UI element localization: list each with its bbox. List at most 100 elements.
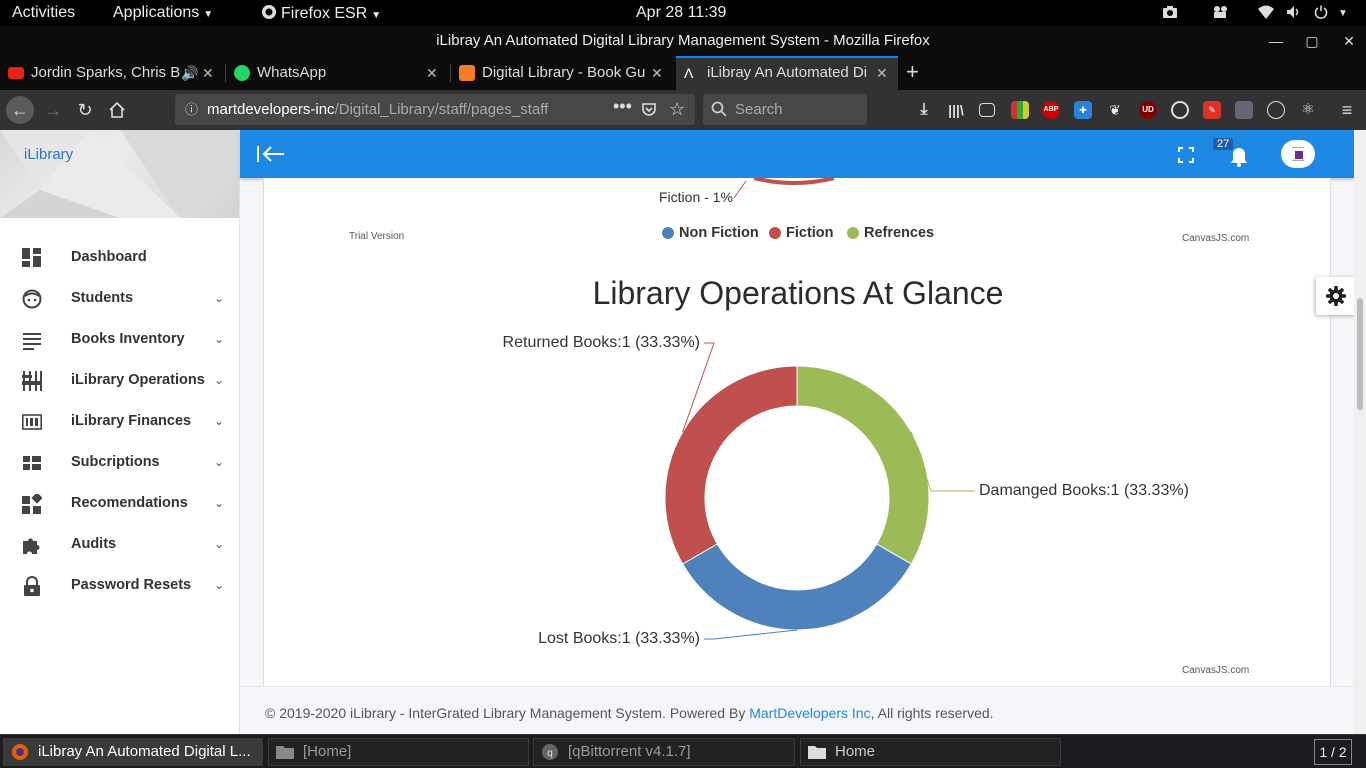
tab-title: WhatsApp bbox=[257, 64, 327, 81]
react-devtools-icon[interactable]: ⚛ bbox=[1299, 101, 1317, 119]
donut-slice-lost-books[interactable] bbox=[682, 543, 912, 631]
back-button[interactable]: ← bbox=[6, 96, 34, 124]
url-bar[interactable]: ⓘ martdevelopers-inc/Digital_Library/sta… bbox=[175, 94, 695, 125]
firefox-app-menu[interactable]: Firefox ESR ▼ bbox=[261, 4, 381, 23]
tab-ilibrary[interactable]: Ʌ iLibray An Automated Di ✕ bbox=[676, 56, 898, 90]
pocket-icon[interactable] bbox=[641, 94, 657, 125]
library-icon[interactable]: |||\ bbox=[947, 101, 965, 119]
screen-extension-icon[interactable] bbox=[1235, 101, 1253, 119]
donut-slice-damanged-books[interactable] bbox=[796, 365, 930, 565]
arrow-right-icon: → bbox=[44, 100, 62, 120]
collapse-sidebar-icon[interactable] bbox=[256, 144, 286, 164]
download-icon[interactable]: ⤓ bbox=[915, 101, 933, 119]
page-actions-icon[interactable]: ••• bbox=[613, 91, 632, 122]
task-title: [Home] bbox=[303, 743, 352, 760]
adblock-plus-icon[interactable]: ABP bbox=[1042, 101, 1060, 119]
new-tab-button[interactable]: + bbox=[903, 56, 929, 90]
chevron-down-icon: ⌄ bbox=[214, 414, 225, 428]
dashboard-icon bbox=[22, 248, 41, 267]
chevron-down-icon[interactable]: ▼ bbox=[1338, 8, 1348, 19]
tab-whatsapp[interactable]: WhatsApp ✕ bbox=[226, 56, 448, 90]
url-text[interactable]: martdevelopers-inc/Digital_Library/staff… bbox=[207, 94, 579, 125]
pen-extension-icon[interactable]: ✎ bbox=[1203, 101, 1221, 119]
settings-panel-toggle[interactable] bbox=[1316, 277, 1356, 315]
task-home-folder[interactable]: [Home] bbox=[268, 738, 529, 766]
donut-chart: Returned Books:1 (33.33%) Damanged Books:… bbox=[503, 334, 1189, 647]
donut-slice-returned-books[interactable] bbox=[664, 365, 798, 565]
fullscreen-icon[interactable] bbox=[1178, 147, 1194, 163]
task-home-files[interactable]: Home bbox=[800, 738, 1061, 766]
sidebar-item-audits[interactable]: Audits ⌄ bbox=[0, 525, 239, 566]
legend-label-non-fiction[interactable]: Non Fiction bbox=[679, 225, 759, 241]
hamburger-menu-icon[interactable]: ≡ bbox=[1338, 101, 1356, 119]
footer-prefix: © 2019-2020 iLibrary - InterGrated Libra… bbox=[265, 705, 750, 721]
close-icon[interactable]: ✕ bbox=[876, 58, 888, 90]
task-qbittorrent[interactable]: q [qBittorrent v4.1.7] bbox=[533, 738, 795, 766]
bookmark-star-icon[interactable]: ☆ bbox=[669, 94, 685, 125]
equalizer-extension-icon[interactable] bbox=[1011, 101, 1029, 119]
scrollbar-thumb[interactable] bbox=[1357, 298, 1363, 410]
top-chart-legend: Non Fiction Fiction Refrences bbox=[662, 225, 934, 241]
sidebar-item-ilibrary-operations[interactable]: iLibrary Operations ⌄ bbox=[0, 361, 239, 402]
sidebar-item-subcriptions[interactable]: Subcriptions ⌄ bbox=[0, 443, 239, 484]
sidebar-item-password-resets[interactable]: Password Resets ⌄ bbox=[0, 566, 239, 607]
reload-button[interactable]: ↻ bbox=[71, 96, 99, 124]
page-icon: Ʌ bbox=[684, 65, 694, 81]
page-scrollbar[interactable] bbox=[1354, 130, 1366, 734]
url-host: martdevelopers-inc bbox=[207, 101, 335, 118]
sidebar-item-books-inventory[interactable]: Books Inventory ⌄ bbox=[0, 320, 239, 361]
app-header: 27 bbox=[240, 130, 1354, 178]
sidebar-item-label: Recomendations bbox=[71, 495, 188, 511]
home-button[interactable] bbox=[103, 96, 131, 124]
close-icon[interactable]: ✕ bbox=[651, 56, 663, 90]
brand-link[interactable]: iLibrary bbox=[24, 146, 73, 163]
bell-icon[interactable] bbox=[1230, 147, 1248, 167]
activities-button[interactable]: Activities bbox=[12, 4, 75, 22]
footer-link[interactable]: MartDevelopers Inc bbox=[749, 705, 870, 721]
maximize-button[interactable]: ▢ bbox=[1302, 26, 1322, 56]
sidebar-toggle-icon[interactable] bbox=[979, 103, 995, 117]
close-icon[interactable]: ✕ bbox=[202, 56, 214, 90]
clock[interactable]: Apr 28 11:39 bbox=[636, 4, 726, 22]
youtube-icon bbox=[8, 67, 24, 79]
web-page: iLibrary Dashboard Students ⌄ Books Inve… bbox=[0, 130, 1366, 734]
workspace-switcher[interactable]: 1 / 2 bbox=[1314, 739, 1352, 765]
minimize-button[interactable]: — bbox=[1266, 26, 1286, 56]
gnome-extension-icon[interactable]: ❦ bbox=[1106, 101, 1124, 119]
volume-icon[interactable] bbox=[1286, 5, 1302, 22]
sidebar-item-label: iLibrary Finances bbox=[71, 413, 192, 429]
avatar[interactable] bbox=[1281, 140, 1315, 168]
speaker-icon[interactable]: 🔊 bbox=[181, 56, 198, 90]
sidebar-item-dashboard[interactable]: Dashboard bbox=[0, 238, 239, 279]
ublock-icon[interactable]: UD bbox=[1139, 101, 1157, 119]
video-icon[interactable] bbox=[1212, 5, 1230, 22]
tab-youtube[interactable]: Jordin Sparks, Chris B 🔊 ✕ bbox=[0, 56, 222, 90]
canvasjs-credit-bottom: CanvasJS.com bbox=[1182, 665, 1249, 676]
legend-label-refrences[interactable]: Refrences bbox=[864, 225, 934, 241]
account-icon[interactable] bbox=[1171, 101, 1189, 119]
tab-strip: Jordin Sparks, Chris B 🔊 ✕ WhatsApp ✕ Di… bbox=[0, 56, 1366, 90]
applications-menu[interactable]: Applications ▼ bbox=[113, 4, 213, 22]
search-box[interactable]: Search bbox=[703, 94, 867, 125]
legend-label-fiction[interactable]: Fiction bbox=[786, 225, 834, 241]
sidebar-item-students[interactable]: Students ⌄ bbox=[0, 279, 239, 320]
face-icon bbox=[22, 289, 42, 309]
globe-icon[interactable] bbox=[1267, 101, 1285, 119]
extension-icon[interactable]: ✚ bbox=[1074, 101, 1092, 119]
sidebar-item-recomendations[interactable]: Recomendations ⌄ bbox=[0, 484, 239, 525]
close-window-button[interactable]: ✕ bbox=[1339, 26, 1359, 56]
fiction-slice-remnant bbox=[753, 176, 835, 185]
close-icon[interactable]: ✕ bbox=[426, 56, 438, 90]
page-footer: © 2019-2020 iLibrary - InterGrated Libra… bbox=[240, 686, 1366, 734]
task-firefox[interactable]: iLibray An Automated Digital L... bbox=[3, 738, 263, 766]
forward-button[interactable]: → bbox=[39, 96, 67, 124]
screenshot-icon[interactable] bbox=[1162, 5, 1178, 22]
info-icon[interactable]: ⓘ bbox=[185, 94, 198, 125]
wifi-icon[interactable] bbox=[1258, 5, 1274, 22]
tab-digital-library[interactable]: Digital Library - Book Gu ✕ bbox=[451, 56, 673, 90]
window-list-taskbar: iLibray An Automated Digital L... [Home]… bbox=[0, 734, 1366, 768]
chevron-down-icon: ⌄ bbox=[214, 537, 225, 551]
power-icon[interactable] bbox=[1314, 5, 1328, 22]
sidebar-item-ilibrary-finances[interactable]: iLibrary Finances ⌄ bbox=[0, 402, 239, 443]
chevron-down-icon: ⌄ bbox=[214, 455, 225, 469]
